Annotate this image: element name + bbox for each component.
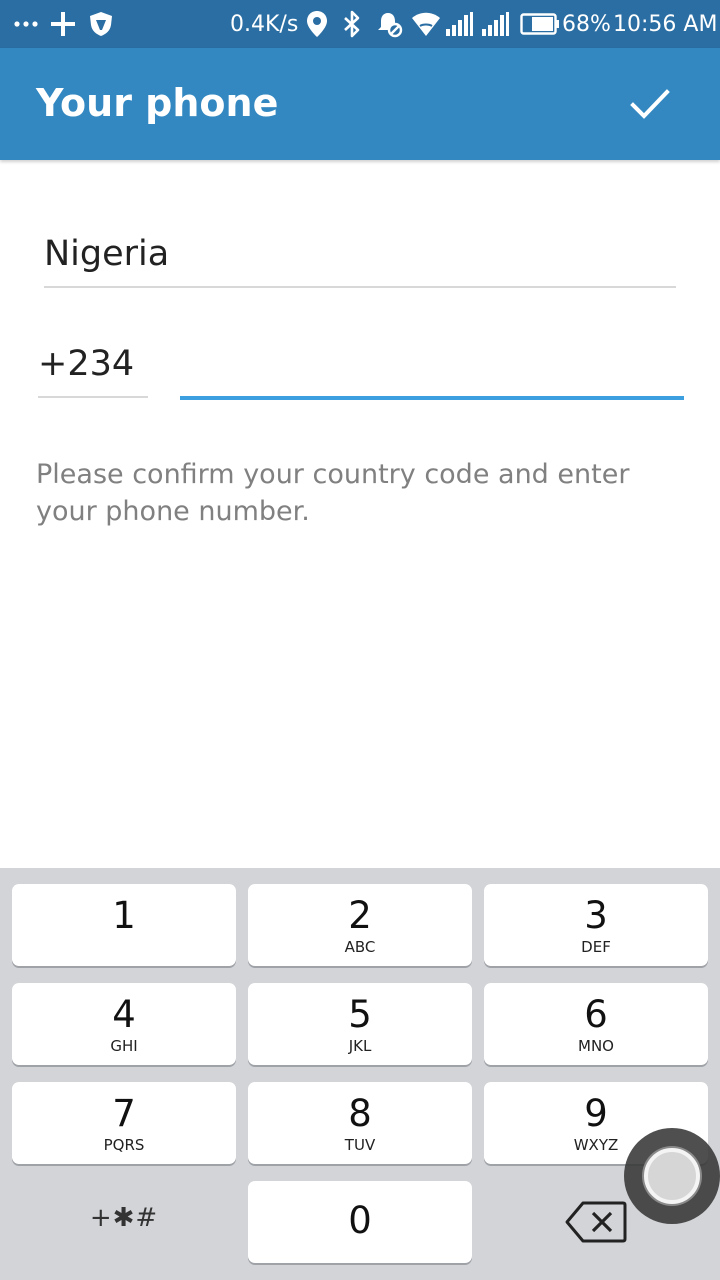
alarm-off-icon [376, 0, 404, 48]
done-button[interactable] [620, 74, 680, 134]
app-bar: Your phone [0, 48, 720, 160]
key-digit: 4 [112, 993, 136, 1036]
country-code-value: +234 [38, 344, 135, 384]
shield-icon [89, 0, 113, 48]
backspace-icon [565, 1201, 627, 1243]
key-7[interactable]: 7 PQRS [12, 1082, 236, 1164]
bluetooth-icon [342, 0, 362, 48]
network-speed: 0.4K/s [230, 0, 298, 48]
key-1[interactable]: 1 [12, 884, 236, 966]
phone-number-input[interactable] [180, 342, 684, 392]
phone-number-field[interactable] [180, 334, 684, 400]
key-digit: 6 [584, 993, 608, 1036]
network-speed-text: 0.4K/s [230, 11, 299, 37]
key-3[interactable]: 3 DEF [484, 884, 708, 966]
key-6[interactable]: 6 MNO [484, 983, 708, 1065]
country-value: Nigeria [44, 234, 170, 274]
key-5[interactable]: 5 JKL [248, 983, 472, 1065]
assistive-touch-button[interactable] [624, 1128, 720, 1224]
location-pin-icon [306, 0, 328, 48]
wifi-icon [411, 0, 441, 48]
key-letters: DEF [581, 938, 611, 956]
phone-screen: 0.4K/s 68% 10:56 AM Your phone Nigeria +… [0, 0, 720, 1280]
assistive-touch-icon [644, 1148, 700, 1204]
key-2[interactable]: 2 ABC [248, 884, 472, 966]
status-bar: 0.4K/s 68% 10:56 AM [0, 0, 720, 48]
key-digit: 5 [348, 993, 372, 1036]
numeric-keypad: 1 2 ABC 3 DEF 4 GHI 5 JKL 6 MNO 7 PQRS 8… [0, 868, 720, 1280]
clock-text: 10:56 AM [613, 11, 718, 37]
signal-icon [444, 0, 474, 48]
key-4[interactable]: 4 GHI [12, 983, 236, 1065]
signal-icon-2 [480, 0, 510, 48]
key-digit: 8 [348, 1092, 372, 1135]
country-code-field[interactable]: +234 [38, 334, 148, 398]
page-title: Your phone [36, 81, 279, 125]
battery-level: 68% [562, 0, 611, 48]
key-letters: PQRS [103, 1136, 145, 1154]
key-digit: 0 [348, 1199, 372, 1242]
clock: 10:56 AM [613, 0, 717, 48]
key-digit: 2 [348, 894, 372, 937]
key-digit: 1 [112, 894, 136, 937]
key-letters: TUV [344, 1136, 376, 1154]
key-symbols[interactable]: +✱# [12, 1181, 236, 1263]
symbols-label: +✱# [89, 1203, 159, 1233]
country-selector[interactable]: Nigeria [44, 222, 676, 288]
key-digit: 7 [112, 1092, 136, 1135]
more-dots-icon [14, 0, 38, 48]
key-letters: ABC [344, 938, 376, 956]
key-letters: JKL [348, 1037, 372, 1055]
battery-text: 68% [562, 11, 611, 37]
key-letters: MNO [578, 1037, 614, 1055]
battery-icon [520, 0, 560, 48]
key-letters: GHI [110, 1037, 138, 1055]
hint-text: Please confirm your country code and ent… [36, 459, 630, 527]
key-0[interactable]: 0 [248, 1181, 472, 1263]
key-digit: 3 [584, 894, 608, 937]
check-icon [630, 89, 670, 119]
key-8[interactable]: 8 TUV [248, 1082, 472, 1164]
plus-icon [50, 0, 76, 48]
